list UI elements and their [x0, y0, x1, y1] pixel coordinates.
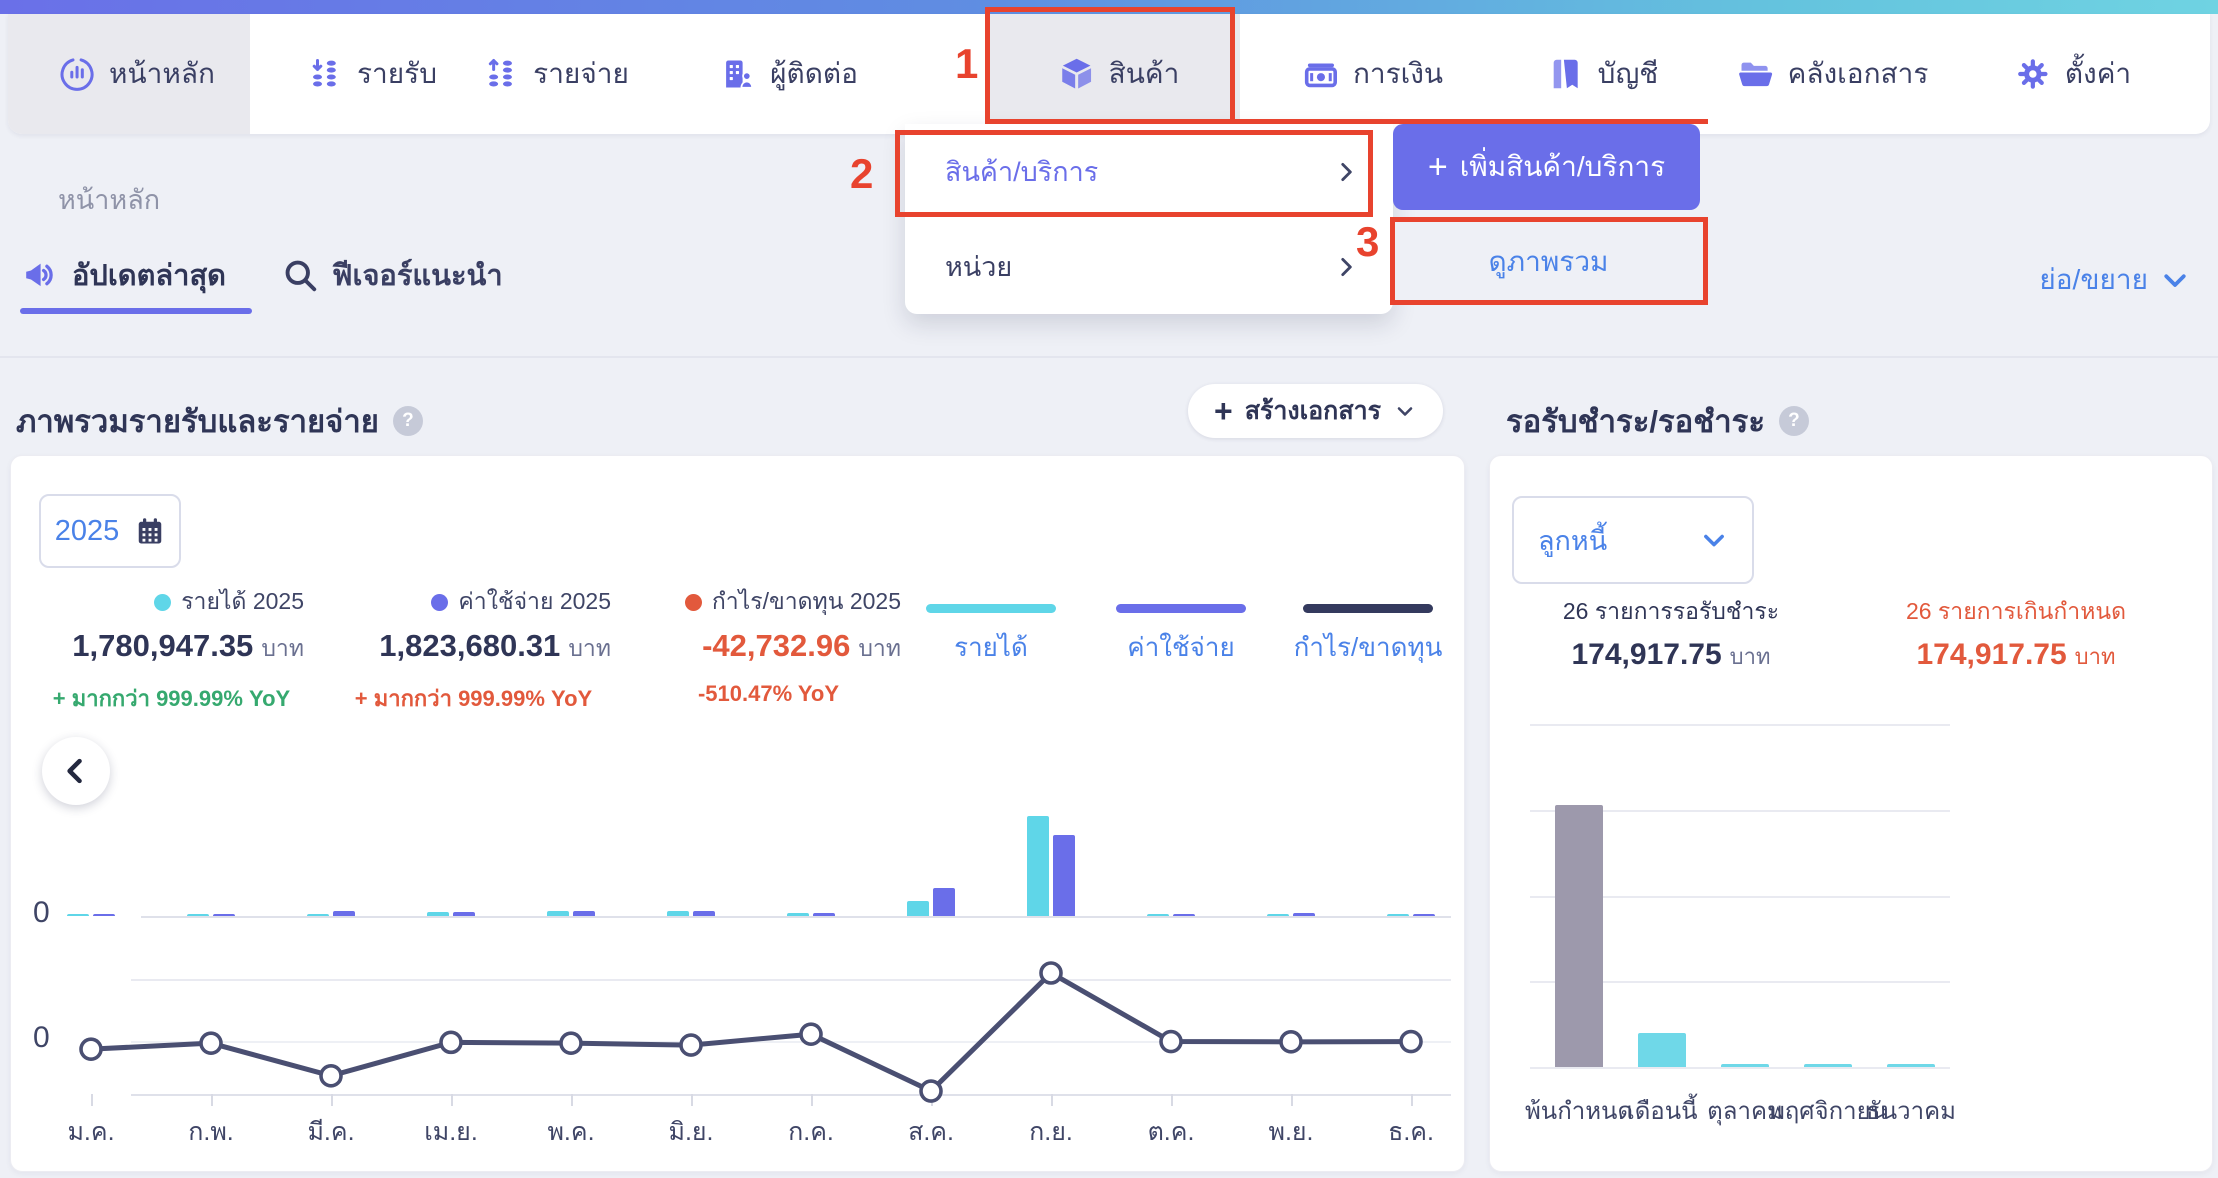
create-document-label: สร้างเอกสาร	[1245, 391, 1381, 431]
nav-item-1[interactable]: รายรับ	[307, 14, 437, 134]
receivable-bar-2	[1721, 1064, 1769, 1067]
dashboard-icon	[59, 56, 95, 92]
gridline	[1530, 1067, 1950, 1069]
nav-item-label: หน้าหลัก	[109, 52, 215, 96]
menu-item-1[interactable]: หน่วย	[905, 219, 1393, 314]
nav-item-4[interactable]: สินค้า	[1059, 14, 1180, 134]
nav-item-label: รายจ่าย	[533, 52, 629, 96]
line-point-8	[1041, 963, 1061, 983]
help-icon[interactable]: ?	[1779, 406, 1809, 436]
nav-item-label: รายรับ	[357, 52, 437, 96]
accounting-icon	[1548, 56, 1584, 92]
settings-icon	[2015, 56, 2051, 92]
add-product-label: เพิ่มสินค้า/บริการ	[1460, 145, 1665, 189]
help-icon[interactable]: ?	[393, 406, 423, 436]
add-product-button[interactable]: + เพิ่มสินค้า/บริการ	[1393, 124, 1700, 210]
menu-item-0[interactable]: สินค้า/บริการ	[905, 124, 1393, 219]
overview-section-header: ภาพรวมรายรับและรายจ่าย ?	[16, 396, 423, 446]
finance-icon	[1303, 56, 1339, 92]
chart-prev-button[interactable]	[42, 737, 110, 805]
app-window: หน้าหลัก รายรับ รายจ่าย ผู้ติดต่อ สินค้า การเ…	[0, 0, 2218, 1178]
nav-item-0[interactable]: หน้าหลัก	[59, 14, 215, 134]
tab-recommended-features[interactable]: ฟีเจอร์แนะนำ	[282, 252, 503, 298]
chevron-right-icon	[1333, 159, 1359, 185]
breadcrumb: หน้าหลัก	[58, 178, 160, 221]
products-icon	[1059, 56, 1095, 92]
nav-item-7[interactable]: คลังเอกสาร	[1738, 14, 1929, 134]
search-icon	[282, 257, 318, 293]
line-point-10	[1281, 1032, 1301, 1052]
line-point-4	[561, 1033, 581, 1053]
menu-item-label: สินค้า/บริการ	[945, 150, 1098, 193]
line-point-0	[81, 1039, 101, 1059]
profit-line-chart	[31, 456, 1461, 1173]
chevron-left-icon	[59, 754, 93, 788]
nav-item-label: การเงิน	[1353, 52, 1443, 96]
receivable-bar-4	[1887, 1064, 1935, 1067]
nav-item-label: สินค้า	[1109, 52, 1180, 96]
nav-item-3[interactable]: ผู้ติดต่อ	[720, 14, 858, 134]
menu-item-label: หน่วย	[945, 245, 1012, 288]
products-dropdown-menu: สินค้า/บริการหน่วย	[905, 124, 1393, 314]
line-point-5	[681, 1035, 701, 1055]
annotation-number-1: 1	[955, 40, 978, 88]
gridline	[1530, 724, 1950, 726]
chevron-down-navy-icon	[1393, 399, 1417, 423]
receivable-category-4: ธันวาคม	[1866, 1091, 1956, 1130]
annotation-number-2: 2	[850, 150, 873, 198]
receivable-card: ลูกหนี้ 26 รายการรอรับชำระ 174,917.75บาท…	[1489, 455, 2213, 1172]
documents-icon	[1738, 56, 1774, 92]
main-nav: หน้าหลัก รายรับ รายจ่าย ผู้ติดต่อ สินค้า การเ…	[8, 14, 2210, 134]
tab-recommended-features-label: ฟีเจอร์แนะนำ	[332, 252, 503, 298]
active-tab-underline	[20, 308, 252, 314]
receivable-category-1: เดือนนี้	[1626, 1091, 1697, 1130]
income-icon	[307, 56, 343, 92]
line-point-9	[1161, 1032, 1181, 1052]
chevron-down-blue-icon	[2160, 265, 2190, 295]
nav-item-label: คลังเอกสาร	[1788, 52, 1929, 96]
section-divider	[0, 356, 2218, 358]
nav-item-label: ผู้ติดต่อ	[770, 52, 858, 96]
top-gradient-bar	[0, 0, 2218, 14]
nav-item-label: บัญชี	[1598, 52, 1659, 96]
receivable-bar-1	[1638, 1033, 1686, 1067]
line-point-6	[801, 1024, 821, 1044]
line-point-2	[321, 1066, 341, 1086]
nav-item-label: ตั้งค่า	[2065, 52, 2131, 96]
receivable-chart: พ้นกำหนดเดือนนี้ตุลาคมพฤศจิกายนธันวาคม	[1490, 456, 2214, 1173]
income-expense-overview-card: 2025 รายได้ 20251,780,947.35บาท+ มากกว่า…	[10, 455, 1465, 1172]
view-overview-label: ดูภาพรวม	[1488, 240, 1608, 284]
line-point-1	[201, 1033, 221, 1053]
annotation-number-3: 3	[1356, 218, 1379, 266]
receivable-category-0: พ้นกำหนด	[1525, 1091, 1633, 1130]
nav-item-6[interactable]: บัญชี	[1548, 14, 1659, 134]
line-point-11	[1401, 1032, 1421, 1052]
contacts-icon	[720, 56, 756, 92]
view-overview-button[interactable]: ดูภาพรวม	[1393, 219, 1704, 304]
collapse-expand-label: ย่อ/ขยาย	[2039, 258, 2148, 302]
nav-item-2[interactable]: รายจ่าย	[483, 14, 629, 134]
receivable-section-title: รอรับชำระ/รอชำระ	[1506, 396, 1765, 446]
receivable-bar-3	[1804, 1064, 1852, 1067]
collapse-expand-toggle[interactable]: ย่อ/ขยาย	[2039, 258, 2190, 302]
megaphone-icon	[22, 257, 58, 293]
receivable-section-header: รอรับชำระ/รอชำระ ?	[1506, 396, 1809, 446]
annotation-connector-line	[1230, 119, 1708, 124]
line-point-7	[921, 1081, 941, 1101]
create-document-button[interactable]: + สร้างเอกสาร	[1188, 384, 1443, 438]
overview-section-title: ภาพรวมรายรับและรายจ่าย	[16, 396, 379, 446]
nav-item-8[interactable]: ตั้งค่า	[2015, 14, 2131, 134]
tab-latest-updates-label: อัปเดตล่าสุด	[72, 252, 226, 298]
income-expense-chart: 00ม.ค.ก.พ.มี.ค.เม.ย.พ.ค.มิ.ย.ก.ค.ส.ค.ก.ย…	[31, 456, 1461, 1173]
receivable-bar-0	[1555, 805, 1603, 1067]
tab-latest-updates[interactable]: อัปเดตล่าสุด	[22, 252, 226, 298]
line-point-3	[441, 1032, 461, 1052]
expense-icon	[483, 56, 519, 92]
nav-item-5[interactable]: การเงิน	[1303, 14, 1443, 134]
